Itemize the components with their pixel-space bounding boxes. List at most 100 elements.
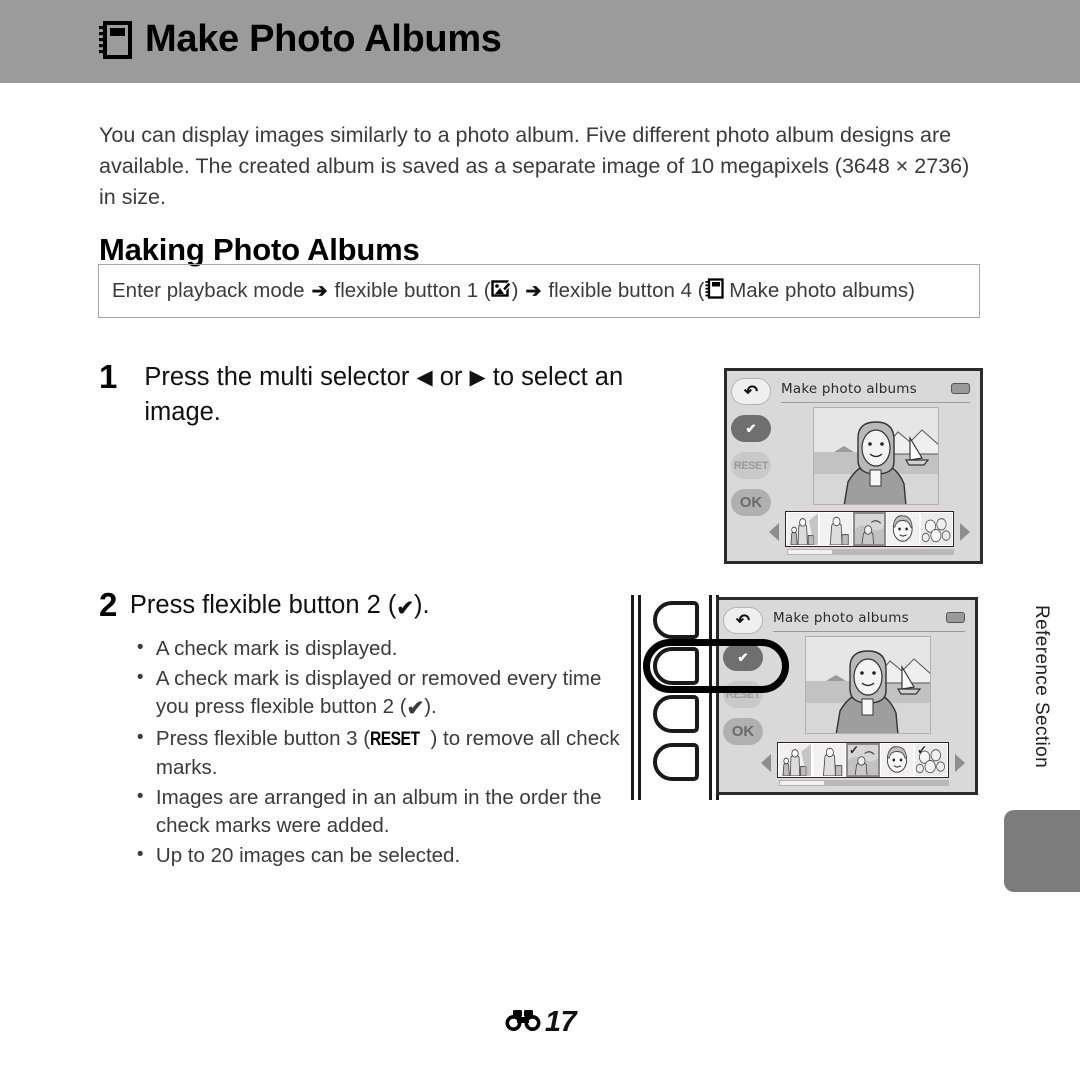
- thumbnail-3[interactable]: [852, 512, 887, 546]
- checkmark-icon: ✔: [745, 420, 757, 436]
- screen-1-filmstrip: [769, 511, 970, 555]
- arrow-left-icon: ◀: [416, 366, 433, 389]
- checkmark-icon: ✔: [396, 597, 414, 620]
- thumbnail-2[interactable]: [819, 512, 853, 546]
- thumbnail-3[interactable]: ✓: [846, 743, 880, 777]
- thumbnail-4[interactable]: [880, 743, 914, 777]
- screen-1-preview-image: [813, 407, 939, 505]
- reset-label: RESET: [733, 459, 769, 472]
- screen-2-title: Make photo albums: [773, 610, 909, 626]
- nav-part-5: Make photo albums): [729, 279, 915, 302]
- page-header-band: Make Photo Albums: [0, 0, 1080, 83]
- flexible-button-2-highlight: [643, 639, 789, 693]
- screen-2-filmstrip: ✓ ✓: [761, 742, 965, 786]
- thumbnail-3-checkmark-icon: ✓: [849, 743, 860, 757]
- nav-arrow-2-icon: ➔: [525, 280, 542, 302]
- page-footer: 17: [0, 1006, 1080, 1039]
- back-arrow-icon: ↶: [743, 382, 759, 401]
- filmstrip-right-arrow-icon[interactable]: [955, 754, 965, 772]
- battery-icon: [951, 383, 970, 394]
- checkmark-icon: ✔: [406, 697, 425, 720]
- ok-label: OK: [731, 723, 755, 740]
- list-item: A check mark is displayed.: [134, 634, 639, 663]
- thumbnail-5-checkmark-icon: ✓: [917, 743, 928, 757]
- list-item: Up to 20 images can be selected.: [134, 841, 639, 870]
- bullet-2-text-a: A check mark is displayed or removed eve…: [155, 667, 602, 718]
- arrow-right-icon: ▶: [469, 366, 486, 389]
- screen-2-back-button[interactable]: ↶: [723, 607, 763, 634]
- screen-2-ok-button[interactable]: OK: [723, 718, 763, 745]
- step-2-text-a: Press flexible button 2 (: [129, 591, 397, 619]
- screen-2-title-underline: [773, 631, 965, 632]
- filmstrip-scroll-thumb[interactable]: [779, 780, 825, 786]
- screen-1-title: Make photo albums: [781, 381, 917, 397]
- camera-body-buttons-diagram: [629, 595, 789, 800]
- step-2-number: 2: [99, 586, 118, 623]
- bullet-4-text: Images are arranged in an album in the o…: [155, 786, 602, 837]
- thumbnail-1[interactable]: [786, 512, 820, 546]
- bullet-5-text: Up to 20 images can be selected.: [155, 844, 461, 867]
- camera-screen-illustration-1: Make photo albums ↶ ✔ RESET OK: [724, 368, 983, 564]
- step-1-number: 1: [99, 358, 118, 395]
- battery-icon: [946, 612, 965, 623]
- side-tab-label: Reference Section: [1031, 605, 1052, 769]
- thumbnail-2[interactable]: [812, 743, 846, 777]
- nav-part-3: ): [511, 279, 519, 302]
- navigation-path-line: Enter playback mode ➔ flexible button 1 …: [112, 277, 915, 305]
- bullet-2-text-c: ).: [424, 695, 437, 718]
- step-1-text-b: or: [439, 363, 463, 391]
- screen-1-title-underline: [781, 402, 970, 403]
- thumbnail-4[interactable]: [886, 512, 920, 546]
- side-tab-marker: [1004, 810, 1080, 892]
- reference-section-icon: [504, 1007, 542, 1038]
- camera-edge-line-1: [631, 595, 634, 800]
- camera-edge-line-2: [638, 595, 641, 800]
- flexible-button-4[interactable]: [653, 743, 699, 781]
- list-item: A check mark is displayed or removed eve…: [134, 664, 639, 723]
- thumbnail-1[interactable]: [778, 743, 812, 777]
- filmstrip-track: ✓ ✓: [777, 742, 949, 778]
- screen-1-reset-button[interactable]: RESET: [731, 452, 771, 479]
- nav-part-1: Enter playback mode: [112, 279, 305, 302]
- camera-screen-illustration-2: Make photo albums ↶ ✔ RESET OK ✓ ✓: [716, 597, 978, 795]
- screen-1-ok-button[interactable]: OK: [731, 489, 771, 516]
- screen-1-check-button[interactable]: ✔: [731, 415, 771, 442]
- back-arrow-icon: ↶: [735, 611, 751, 630]
- flexible-button-1[interactable]: [653, 601, 699, 639]
- reset-label-icon: RESET: [370, 729, 420, 750]
- step-2-text-c: ).: [413, 591, 430, 619]
- photo-album-icon-inline: [705, 277, 724, 305]
- filmstrip-right-arrow-icon[interactable]: [960, 523, 970, 541]
- nav-part-4: flexible button 4 (: [548, 279, 705, 302]
- page-number: 17: [544, 1006, 577, 1038]
- filmstrip-left-arrow-icon[interactable]: [769, 523, 779, 541]
- step-2-bullet-list: A check mark is displayed. A check mark …: [134, 634, 639, 870]
- retouch-icon: [490, 278, 512, 305]
- section-heading: Making Photo Albums: [99, 231, 420, 267]
- screen-1-back-button[interactable]: ↶: [731, 378, 771, 405]
- step-2: 2 Press flexible button 2 (✔). A check m…: [99, 588, 639, 886]
- intro-paragraph: You can display images similarly to a ph…: [99, 122, 970, 209]
- list-item: Images are arranged in an album in the o…: [134, 783, 639, 840]
- page-title: Make Photo Albums: [145, 18, 502, 60]
- nav-part-2: flexible button 1 (: [334, 279, 491, 302]
- thumbnail-5[interactable]: ✓: [914, 743, 948, 777]
- screen-2-preview-image: [805, 636, 931, 734]
- filmstrip-track: [785, 511, 954, 547]
- thumbnail-5[interactable]: [919, 512, 954, 546]
- filmstrip-left-arrow-icon[interactable]: [761, 754, 771, 772]
- bullet-1-text: A check mark is displayed.: [155, 637, 398, 660]
- flexible-button-3[interactable]: [653, 695, 699, 733]
- camera-edge-line-3: [709, 595, 712, 800]
- step-2-title: Press flexible button 2 (✔).: [130, 588, 639, 626]
- photo-album-icon: [98, 20, 132, 59]
- step-1: 1 Press the multi selector ◀ or ▶ to sel…: [99, 360, 699, 429]
- filmstrip-scroll-thumb[interactable]: [787, 549, 833, 555]
- list-item: Press flexible button 3 (RESET) to remov…: [134, 724, 639, 782]
- bullet-3-text-a: Press flexible button 3 (: [155, 727, 371, 750]
- navigation-path-box: Enter playback mode ➔ flexible button 1 …: [98, 264, 980, 318]
- step-1-title: Press the multi selector ◀ or ▶ to selec…: [144, 360, 699, 429]
- nav-arrow-1-icon: ➔: [311, 280, 328, 302]
- step-1-text-a: Press the multi selector: [144, 363, 410, 391]
- page-header: Make Photo Albums: [98, 18, 502, 61]
